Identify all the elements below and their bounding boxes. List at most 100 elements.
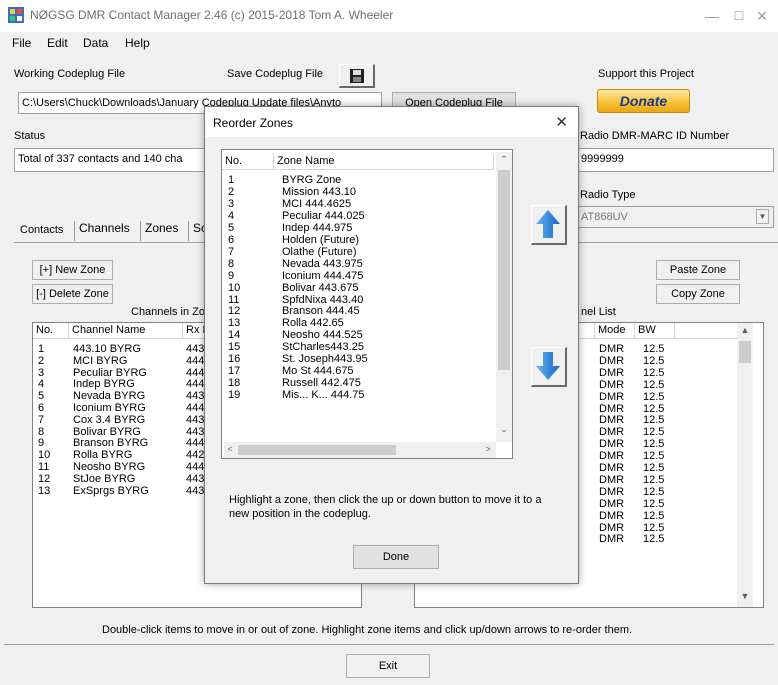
- zone-list-item[interactable]: 14 Neosho 444.525: [222, 329, 494, 341]
- cell-no: 5: [38, 390, 45, 403]
- menu-data[interactable]: Data: [83, 36, 108, 50]
- zone-list-item[interactable]: 3 MCI 444.4625: [222, 198, 494, 210]
- cell-zone-name: Rolla 442.65: [282, 317, 344, 330]
- cell-no: 11: [38, 461, 50, 473]
- exit-button[interactable]: Exit: [346, 654, 430, 678]
- column-header-no[interactable]: No.: [222, 154, 274, 170]
- scroll-left-icon[interactable]: <: [224, 444, 236, 454]
- cell-no: 9: [38, 437, 45, 450]
- column-header-mode[interactable]: Mode: [595, 323, 635, 339]
- radio-id-field[interactable]: 9999999: [578, 148, 774, 172]
- dialog-instructions: Highlight a zone, then click the up or d…: [229, 494, 542, 520]
- channels-in-zone-label: Channels in Zo: [131, 306, 205, 318]
- dialog-close-icon[interactable]: ✕: [555, 113, 568, 131]
- cell-mode: DMR: [599, 378, 625, 391]
- column-header-no[interactable]: No.: [33, 323, 69, 339]
- save-codeplug-button[interactable]: [339, 64, 375, 88]
- zone-list-item[interactable]: 18 Russell 442.475: [222, 377, 494, 389]
- cell-channel-name: Iconium BYRG: [73, 402, 146, 414]
- cell-zone-name: Russell 442.475: [282, 377, 361, 390]
- column-header-bw[interactable]: BW: [635, 323, 675, 339]
- cell-bw: 12.5: [643, 462, 665, 474]
- cell-mode: DMR: [599, 462, 625, 474]
- cell-no: 3: [38, 366, 45, 379]
- scroll-thumb[interactable]: [498, 170, 510, 370]
- scroll-right-icon[interactable]: >: [482, 444, 494, 454]
- cell-no: 7: [228, 245, 235, 258]
- zone-list-item[interactable]: 10 Bolivar 443.675: [222, 282, 494, 294]
- cell-zone-name: Mo St 444.675: [282, 365, 354, 378]
- scroll-up-icon[interactable]: ⌃: [496, 154, 512, 165]
- cell-bw: 12.5: [643, 497, 665, 510]
- cell-no: 1: [228, 174, 235, 186]
- zone-list-item[interactable]: 1 BYRG Zone: [222, 174, 494, 186]
- new-zone-button[interactable]: [+] New Zone: [32, 260, 113, 280]
- channel-list-scrollbar[interactable]: ▲ ▼: [737, 323, 753, 607]
- menu-edit[interactable]: Edit: [47, 36, 68, 50]
- dialog-title-bar: Reorder Zones ✕: [205, 107, 578, 137]
- zone-list-item[interactable]: 13 Rolla 442.65: [222, 317, 494, 329]
- cell-zone-name: St. Joseph443.95: [282, 353, 368, 366]
- column-header-zone-name[interactable]: Zone Name: [274, 154, 494, 170]
- maximize-icon[interactable]: ☐: [729, 6, 749, 26]
- cell-bw: 12.5: [643, 485, 665, 498]
- cell-no: 3: [228, 197, 235, 210]
- copy-zone-button[interactable]: Copy Zone: [656, 284, 740, 304]
- cell-no: 18: [228, 377, 241, 390]
- cell-mode: DMR: [599, 390, 625, 403]
- cell-no: 14: [228, 329, 241, 342]
- minimize-icon[interactable]: —: [702, 6, 722, 26]
- zone-list-item[interactable]: 15 StCharles443.25: [222, 341, 494, 353]
- zone-list-item[interactable]: 2 Mission 443.10: [222, 186, 494, 198]
- zone-list-item[interactable]: 8 Nevada 443.975: [222, 258, 494, 270]
- zone-list-item[interactable]: 16 St. Joseph443.95: [222, 353, 494, 365]
- cell-no: 4: [38, 378, 45, 391]
- zone-list-item[interactable]: 12 Branson 444.45: [222, 305, 494, 317]
- cell-zone-name: Peculiar 444.025: [282, 209, 365, 222]
- cell-no: 13: [228, 317, 241, 330]
- move-down-button[interactable]: [531, 347, 567, 387]
- tab-contacts[interactable]: Contacts: [20, 224, 63, 236]
- radio-id-label: Radio DMR-MARC ID Number: [580, 130, 730, 142]
- zone-list-hscrollbar[interactable]: < >: [224, 442, 496, 458]
- cell-no: 2: [228, 185, 235, 198]
- column-header-channel-name[interactable]: Channel Name: [69, 323, 183, 339]
- zone-list-item[interactable]: 5 Indep 444.975: [222, 222, 494, 234]
- zone-list-item[interactable]: 6 Holden (Future): [222, 234, 494, 246]
- tab-channels[interactable]: Channels: [74, 221, 130, 241]
- zone-list-item[interactable]: 9 Iconium 444.475: [222, 270, 494, 282]
- dialog-title: Reorder Zones: [213, 116, 294, 130]
- zone-list-vscrollbar[interactable]: ⌃ ⌄: [496, 152, 512, 442]
- radio-type-select[interactable]: AT868UV ▼: [578, 206, 774, 228]
- menu-file[interactable]: File: [12, 36, 31, 50]
- zone-list-item[interactable]: 17 Mo St 444.675: [222, 365, 494, 377]
- cell-channel-name: Cox 3.4 BYRG: [73, 413, 146, 426]
- cell-mode: DMR: [599, 473, 625, 486]
- paste-zone-button[interactable]: Paste Zone: [656, 260, 740, 280]
- close-icon[interactable]: ✕: [752, 6, 772, 26]
- cell-mode: DMR: [599, 414, 625, 427]
- scroll-down-icon[interactable]: ▼: [737, 591, 753, 601]
- scroll-thumb[interactable]: [238, 445, 396, 455]
- zone-list-item[interactable]: 4 Peculiar 444.025: [222, 210, 494, 222]
- zone-list-item[interactable]: 19 Mis... K... 444.75: [222, 389, 494, 401]
- menu-help[interactable]: Help: [125, 36, 150, 50]
- scroll-down-icon[interactable]: ⌄: [496, 424, 512, 435]
- cell-zone-name: Nevada 443.975: [282, 257, 363, 270]
- scroll-up-icon[interactable]: ▲: [737, 325, 753, 335]
- donate-button[interactable]: Donate: [597, 89, 690, 113]
- tab-zones[interactable]: Zones: [140, 221, 178, 241]
- arrow-down-icon: [536, 352, 560, 380]
- delete-zone-button[interactable]: [-] Delete Zone: [32, 284, 113, 304]
- scroll-thumb[interactable]: [739, 341, 751, 363]
- done-button[interactable]: Done: [353, 545, 439, 569]
- cell-no: 12: [38, 472, 51, 485]
- zone-list-item[interactable]: 11 SpfdNixa 443.40: [222, 294, 494, 306]
- zone-list-item[interactable]: 7 Olathe (Future): [222, 246, 494, 258]
- cell-zone-name: Neosho 444.525: [282, 329, 363, 342]
- cell-mode: DMR: [599, 402, 625, 415]
- move-up-button[interactable]: [531, 205, 567, 245]
- cell-no: 12: [228, 305, 241, 318]
- zone-list[interactable]: No. Zone Name 1 BYRG Zone 2 Mission 443.10 3…: [221, 149, 513, 459]
- cell-zone-name: BYRG Zone: [282, 174, 342, 186]
